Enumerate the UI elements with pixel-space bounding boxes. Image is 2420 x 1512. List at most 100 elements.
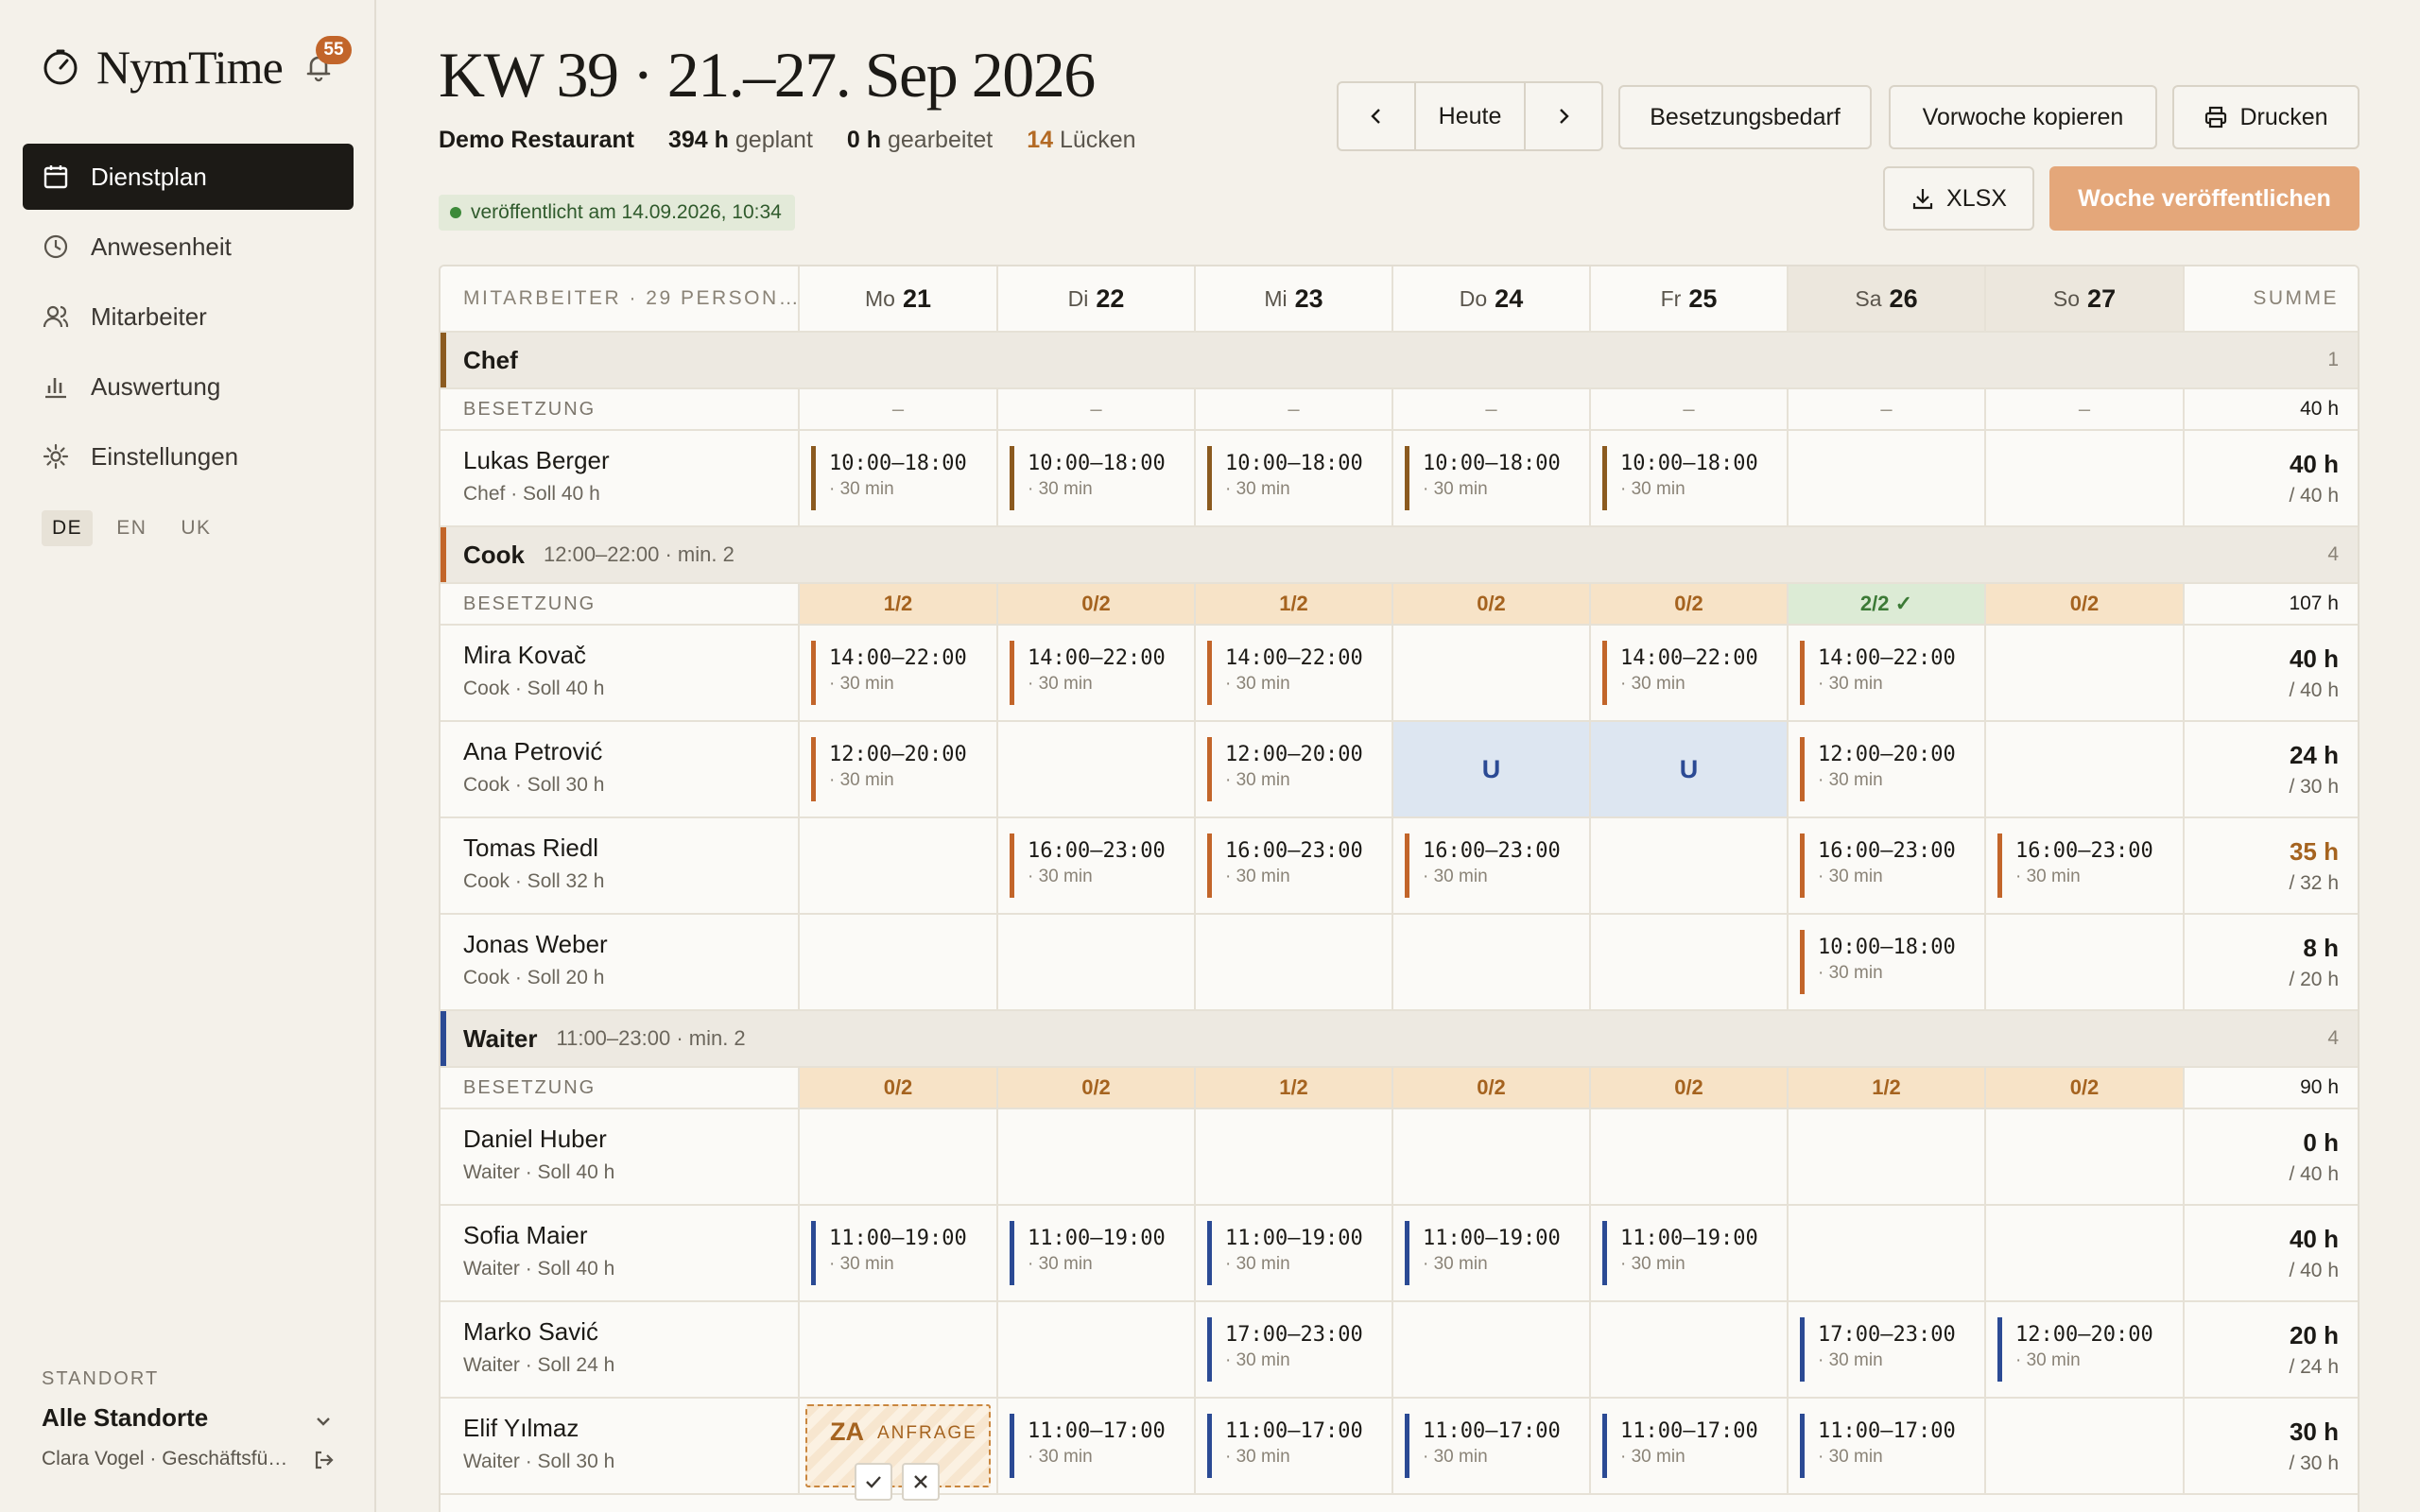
shift-cell[interactable]: 11:00–19:00 · 30 min xyxy=(1196,1206,1393,1300)
day-header[interactable]: So 27 xyxy=(1986,266,2185,331)
shift-block[interactable]: 14:00–22:00 · 30 min xyxy=(1010,641,1183,705)
empty-shift-cell[interactable] xyxy=(800,1109,998,1204)
shift-cell[interactable]: 16:00–23:00 · 30 min xyxy=(1789,818,1986,913)
absence-cell[interactable]: U xyxy=(1393,722,1591,816)
shift-block[interactable]: 11:00–17:00 · 30 min xyxy=(1800,1414,1973,1478)
shift-block[interactable]: 14:00–22:00 · 30 min xyxy=(1800,641,1973,705)
chevron-down-icon[interactable] xyxy=(312,1410,335,1433)
shift-cell[interactable]: 10:00–18:00 · 30 min xyxy=(800,431,998,525)
nav-item-mitarbeiter[interactable]: Mitarbeiter xyxy=(23,284,354,350)
shift-cell[interactable]: 11:00–17:00 · 30 min xyxy=(998,1399,1196,1493)
empty-shift-cell[interactable] xyxy=(998,1109,1196,1204)
empty-shift-cell[interactable] xyxy=(1986,626,2185,720)
shift-cell[interactable]: 14:00–22:00 · 30 min xyxy=(1196,626,1393,720)
shift-cell[interactable]: 16:00–23:00 · 30 min xyxy=(998,818,1196,913)
shift-block[interactable]: 11:00–19:00 · 30 min xyxy=(1602,1221,1775,1285)
print-button[interactable]: Drucken xyxy=(2172,85,2360,149)
employee-cell[interactable]: Daniel Huber Waiter · Soll 40 h xyxy=(441,1109,800,1204)
shift-block[interactable]: 12:00–20:00 · 30 min xyxy=(1800,737,1973,801)
empty-shift-cell[interactable] xyxy=(1393,1109,1591,1204)
logout-icon[interactable] xyxy=(312,1449,335,1471)
shift-cell[interactable]: 14:00–22:00 · 30 min xyxy=(1789,626,1986,720)
copy-previous-week-button[interactable]: Vorwoche kopieren xyxy=(1889,85,2157,149)
empty-shift-cell[interactable] xyxy=(1591,915,1789,1009)
lang-de[interactable]: DE xyxy=(42,510,94,546)
shift-cell[interactable]: 10:00–18:00 · 30 min xyxy=(1789,915,1986,1009)
shift-block[interactable]: 10:00–18:00 · 30 min xyxy=(1207,446,1380,510)
shift-block[interactable]: 10:00–18:00 · 30 min xyxy=(1010,446,1183,510)
shift-block[interactable]: 12:00–20:00 · 30 min xyxy=(811,737,985,801)
shift-cell[interactable]: 14:00–22:00 · 30 min xyxy=(1591,626,1789,720)
shift-cell[interactable]: 12:00–20:00 · 30 min xyxy=(1196,722,1393,816)
shift-cell[interactable]: 11:00–17:00 · 30 min xyxy=(1393,1399,1591,1493)
approve-request-button[interactable] xyxy=(855,1463,892,1501)
shift-block[interactable]: 17:00–23:00 · 30 min xyxy=(1800,1317,1973,1382)
day-header[interactable]: Sa 26 xyxy=(1789,266,1986,331)
empty-shift-cell[interactable] xyxy=(1789,1206,1986,1300)
shift-block[interactable]: 14:00–22:00 · 30 min xyxy=(811,641,985,705)
empty-shift-cell[interactable] xyxy=(1591,1302,1789,1397)
today-button[interactable]: Heute xyxy=(1414,83,1526,149)
publish-week-button[interactable]: Woche veröffentlichen xyxy=(2049,166,2360,231)
shift-cell[interactable]: 17:00–23:00 · 30 min xyxy=(1196,1302,1393,1397)
employee-cell[interactable]: Mira Kovač Cook · Soll 40 h xyxy=(441,626,800,720)
empty-shift-cell[interactable] xyxy=(1986,1206,2185,1300)
employee-cell[interactable]: Marko Savić Waiter · Soll 24 h xyxy=(441,1302,800,1397)
app-logo[interactable]: NymTime xyxy=(42,40,284,94)
shift-block[interactable]: 11:00–17:00 · 30 min xyxy=(1405,1414,1578,1478)
nav-item-einstellungen[interactable]: Einstellungen xyxy=(23,423,354,490)
shift-block[interactable]: 16:00–23:00 · 30 min xyxy=(1010,833,1183,898)
shift-cell[interactable]: 11:00–19:00 · 30 min xyxy=(1393,1206,1591,1300)
empty-shift-cell[interactable] xyxy=(1591,1109,1789,1204)
empty-shift-cell[interactable] xyxy=(1196,915,1393,1009)
shift-cell[interactable]: 10:00–18:00 · 30 min xyxy=(1196,431,1393,525)
day-header[interactable]: Mo 21 xyxy=(800,266,998,331)
shift-cell[interactable]: 11:00–17:00 · 30 min xyxy=(1789,1399,1986,1493)
shift-cell[interactable]: 12:00–20:00 · 30 min xyxy=(1789,722,1986,816)
shift-block[interactable]: 10:00–18:00 · 30 min xyxy=(811,446,985,510)
employee-cell[interactable]: Lukas Berger Chef · Soll 40 h xyxy=(441,431,800,525)
shift-block[interactable]: 11:00–19:00 · 30 min xyxy=(1405,1221,1578,1285)
shift-cell[interactable]: 11:00–19:00 · 30 min xyxy=(998,1206,1196,1300)
day-header[interactable]: Fr 25 xyxy=(1591,266,1789,331)
shift-block[interactable]: 16:00–23:00 · 30 min xyxy=(1997,833,2171,898)
day-header[interactable]: Do 24 xyxy=(1393,266,1591,331)
shift-block[interactable]: 12:00–20:00 · 30 min xyxy=(1997,1317,2171,1382)
empty-shift-cell[interactable] xyxy=(1986,431,2185,525)
absence-cell[interactable]: U xyxy=(1591,722,1789,816)
shift-block[interactable]: 11:00–17:00 · 30 min xyxy=(1602,1414,1775,1478)
shift-block[interactable]: 16:00–23:00 · 30 min xyxy=(1405,833,1578,898)
shift-cell[interactable]: 14:00–22:00 · 30 min xyxy=(800,626,998,720)
shift-cell[interactable]: 10:00–18:00 · 30 min xyxy=(998,431,1196,525)
shift-block[interactable]: 11:00–19:00 · 30 min xyxy=(811,1221,985,1285)
empty-shift-cell[interactable] xyxy=(1789,431,1986,525)
shift-cell[interactable]: 10:00–18:00 · 30 min xyxy=(1393,431,1591,525)
employee-cell[interactable]: Ana Petrović Cook · Soll 30 h xyxy=(441,722,800,816)
empty-shift-cell[interactable] xyxy=(1393,915,1591,1009)
besetzungsbedarf-button[interactable]: Besetzungsbedarf xyxy=(1618,85,1872,149)
reject-request-button[interactable] xyxy=(902,1463,940,1501)
empty-shift-cell[interactable] xyxy=(1196,1109,1393,1204)
lang-en[interactable]: EN xyxy=(106,510,157,546)
shift-block[interactable]: 12:00–20:00 · 30 min xyxy=(1207,737,1380,801)
shift-block[interactable]: 14:00–22:00 · 30 min xyxy=(1602,641,1775,705)
shift-block[interactable]: 16:00–23:00 · 30 min xyxy=(1800,833,1973,898)
shift-block[interactable]: 11:00–19:00 · 30 min xyxy=(1207,1221,1380,1285)
shift-cell[interactable]: 12:00–20:00 · 30 min xyxy=(800,722,998,816)
nav-item-auswertung[interactable]: Auswertung xyxy=(23,353,354,420)
shift-block[interactable]: 11:00–17:00 · 30 min xyxy=(1010,1414,1183,1478)
shift-cell[interactable]: 16:00–23:00 · 30 min xyxy=(1393,818,1591,913)
empty-shift-cell[interactable] xyxy=(800,818,998,913)
shift-block[interactable]: 11:00–19:00 · 30 min xyxy=(1010,1221,1183,1285)
nav-item-dienstplan[interactable]: Dienstplan xyxy=(23,144,354,210)
shift-cell[interactable]: 12:00–20:00 · 30 min xyxy=(1986,1302,2185,1397)
shift-request[interactable]: ZA ANFRAGE xyxy=(805,1404,991,1501)
shift-cell[interactable]: 16:00–23:00 · 30 min xyxy=(1986,818,2185,913)
shift-cell[interactable]: 11:00–17:00 · 30 min xyxy=(1591,1399,1789,1493)
empty-shift-cell[interactable] xyxy=(1393,1302,1591,1397)
empty-shift-cell[interactable] xyxy=(1789,1109,1986,1204)
shift-cell[interactable]: 10:00–18:00 · 30 min xyxy=(1591,431,1789,525)
shift-cell[interactable]: 14:00–22:00 · 30 min xyxy=(998,626,1196,720)
empty-shift-cell[interactable] xyxy=(800,1302,998,1397)
employee-cell[interactable]: Tomas Riedl Cook · Soll 32 h xyxy=(441,818,800,913)
